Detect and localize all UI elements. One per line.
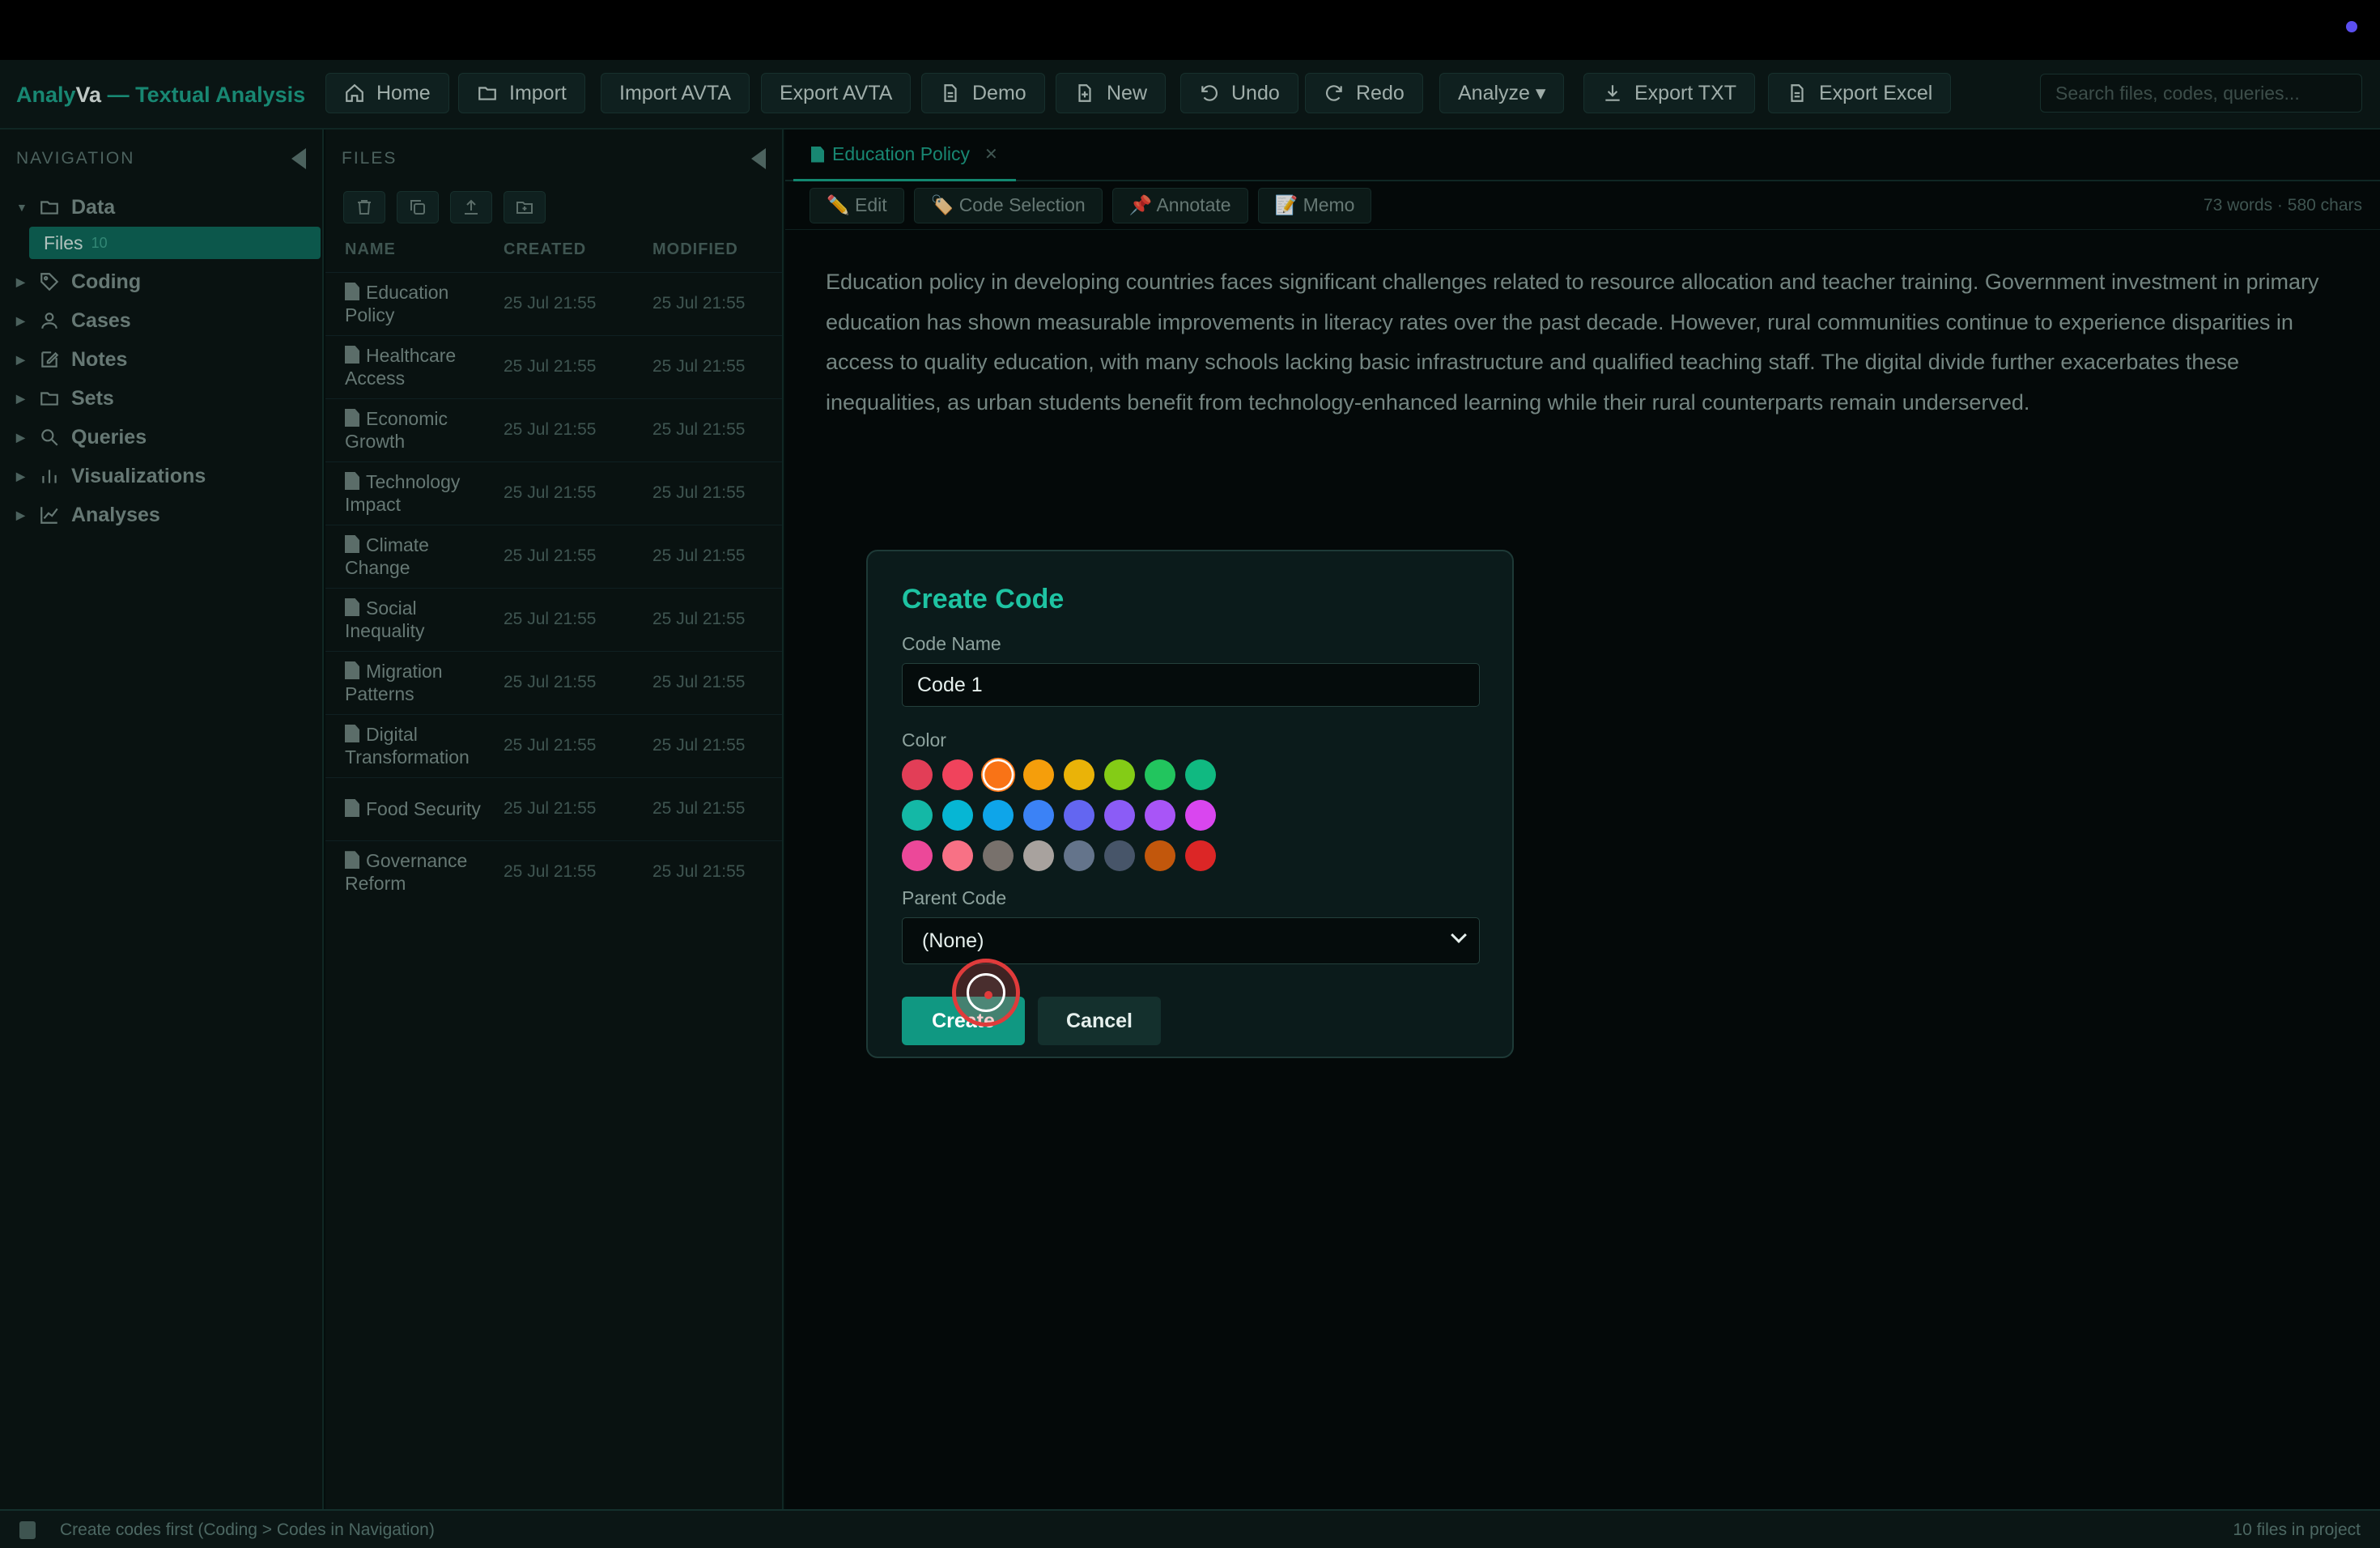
color-swatch[interactable] (902, 840, 933, 871)
color-swatch[interactable] (1145, 800, 1175, 831)
color-swatch[interactable] (1145, 759, 1175, 790)
status-bar: Create codes first (Coding > Codes in Na… (0, 1509, 2380, 1548)
window-titlebar (0, 0, 2380, 60)
color-swatch[interactable] (1104, 840, 1135, 871)
code-name-input[interactable]: Code 1 (902, 663, 1480, 707)
file-count-status: 10 files in project (2233, 1520, 2361, 1539)
click-indicator (952, 959, 1020, 1027)
color-swatch[interactable] (1023, 759, 1054, 790)
color-swatch[interactable] (1185, 800, 1216, 831)
color-swatch[interactable] (1185, 840, 1216, 871)
color-swatch[interactable] (983, 800, 1014, 831)
color-swatch[interactable] (1104, 800, 1135, 831)
status-message: Create codes first (Coding > Codes in Na… (60, 1520, 435, 1539)
cancel-button[interactable]: Cancel (1038, 997, 1161, 1045)
parent-code-select[interactable]: (None) (902, 917, 1480, 964)
color-swatch[interactable] (983, 840, 1014, 871)
parent-code-label: Parent Code (902, 887, 1007, 908)
color-swatch[interactable] (1064, 840, 1094, 871)
color-swatch[interactable] (902, 800, 933, 831)
color-swatch[interactable] (1023, 840, 1054, 871)
dialog-title: Create Code (902, 584, 1065, 615)
color-swatch[interactable] (1104, 759, 1135, 790)
color-swatch[interactable] (1023, 800, 1054, 831)
status-dot (2346, 21, 2357, 32)
color-swatch[interactable] (902, 759, 933, 790)
color-swatch[interactable] (942, 800, 973, 831)
color-label: Color (902, 729, 946, 751)
code-name-label: Code Name (902, 633, 1001, 654)
color-swatch[interactable] (984, 761, 1012, 789)
clipboard-icon (19, 1521, 36, 1539)
color-swatch[interactable] (1064, 800, 1094, 831)
color-swatch[interactable] (1185, 759, 1216, 790)
color-swatch[interactable] (942, 759, 973, 790)
color-swatch[interactable] (1064, 759, 1094, 790)
color-swatch[interactable] (1145, 840, 1175, 871)
color-swatch[interactable] (942, 840, 973, 871)
chevron-down-icon (1451, 927, 1467, 943)
color-picker (902, 759, 1478, 871)
